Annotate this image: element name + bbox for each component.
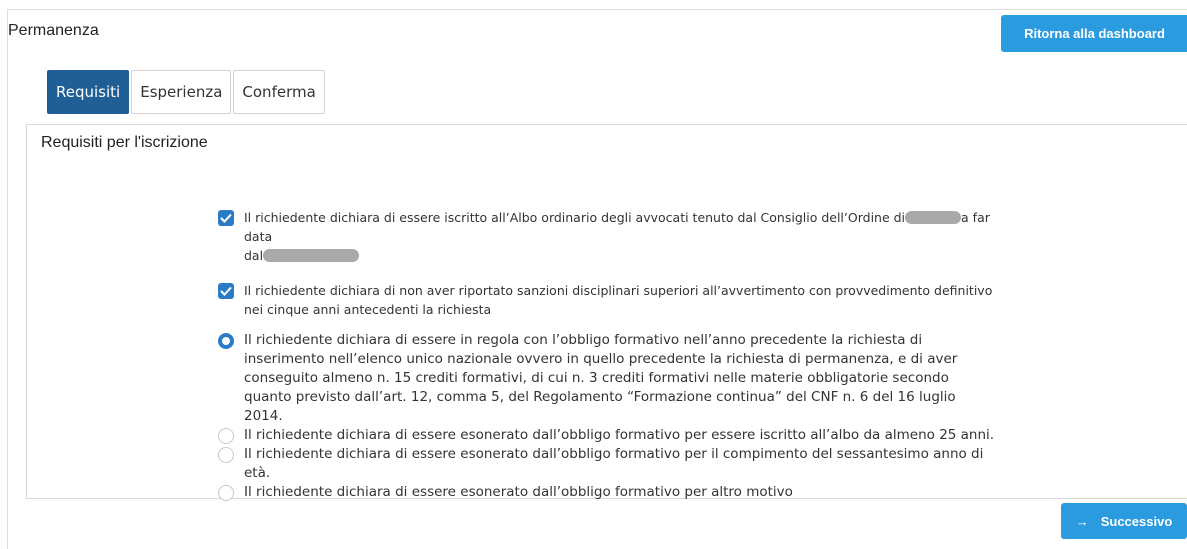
arrow-right-icon: → [1075, 513, 1089, 529]
return-dashboard-button[interactable]: Ritorna alla dashboard [1001, 15, 1187, 52]
radio-option-sessantesimo[interactable]: Il richiedente dichiara di essere esoner… [218, 445, 998, 483]
redacted-ordine [905, 211, 962, 224]
checkbox-sanzioni[interactable] [218, 283, 234, 299]
tab-esperienza[interactable]: Esperienza [131, 70, 232, 114]
check-label-albo-part3: dal [244, 248, 264, 263]
radio-option-regola[interactable]: Il richiedente dichiara di essere in reg… [218, 331, 998, 426]
check-option-sanzioni: Il richiedente dichiara di non aver ripo… [218, 281, 998, 319]
check-label-sanzioni: Il richiedente dichiara di non aver ripo… [244, 283, 993, 317]
radio-option-25-anni[interactable]: Il richiedente dichiara di essere esoner… [218, 426, 998, 445]
tab-conferma[interactable]: Conferma [233, 70, 325, 114]
checkbox-albo[interactable] [218, 210, 234, 226]
panel-title: Requisiti per l'iscrizione [41, 134, 208, 151]
tab-bar: Requisiti Esperienza Conferma [47, 70, 325, 114]
radio-label-regola: Il richiedente dichiara di essere in reg… [244, 332, 958, 424]
requirements-options: Il richiedente dichiara di essere iscrit… [218, 208, 998, 502]
radio-altro[interactable] [218, 485, 234, 501]
radio-25-anni[interactable] [218, 428, 234, 444]
next-button[interactable]: → Successivo [1061, 503, 1187, 539]
check-icon [220, 286, 232, 296]
page-title: Permanenza [8, 22, 99, 39]
radio-label-altro: Il richiedente dichiara di essere esoner… [244, 484, 793, 500]
tab-requisiti[interactable]: Requisiti [47, 70, 130, 114]
check-option-albo: Il richiedente dichiara di essere iscrit… [218, 208, 998, 265]
check-icon [220, 213, 232, 223]
radio-label-25-anni: Il richiedente dichiara di essere esoner… [244, 427, 995, 443]
redacted-date [263, 249, 360, 262]
radio-label-sessantesimo: Il richiedente dichiara di essere esoner… [244, 446, 984, 481]
radio-sessantesimo[interactable] [218, 447, 234, 463]
next-button-label: Successivo [1100, 513, 1173, 529]
check-label-albo-part1: Il richiedente dichiara di essere iscrit… [244, 210, 906, 225]
radio-regola[interactable] [218, 333, 234, 349]
radio-option-altro[interactable]: Il richiedente dichiara di essere esoner… [218, 483, 998, 502]
